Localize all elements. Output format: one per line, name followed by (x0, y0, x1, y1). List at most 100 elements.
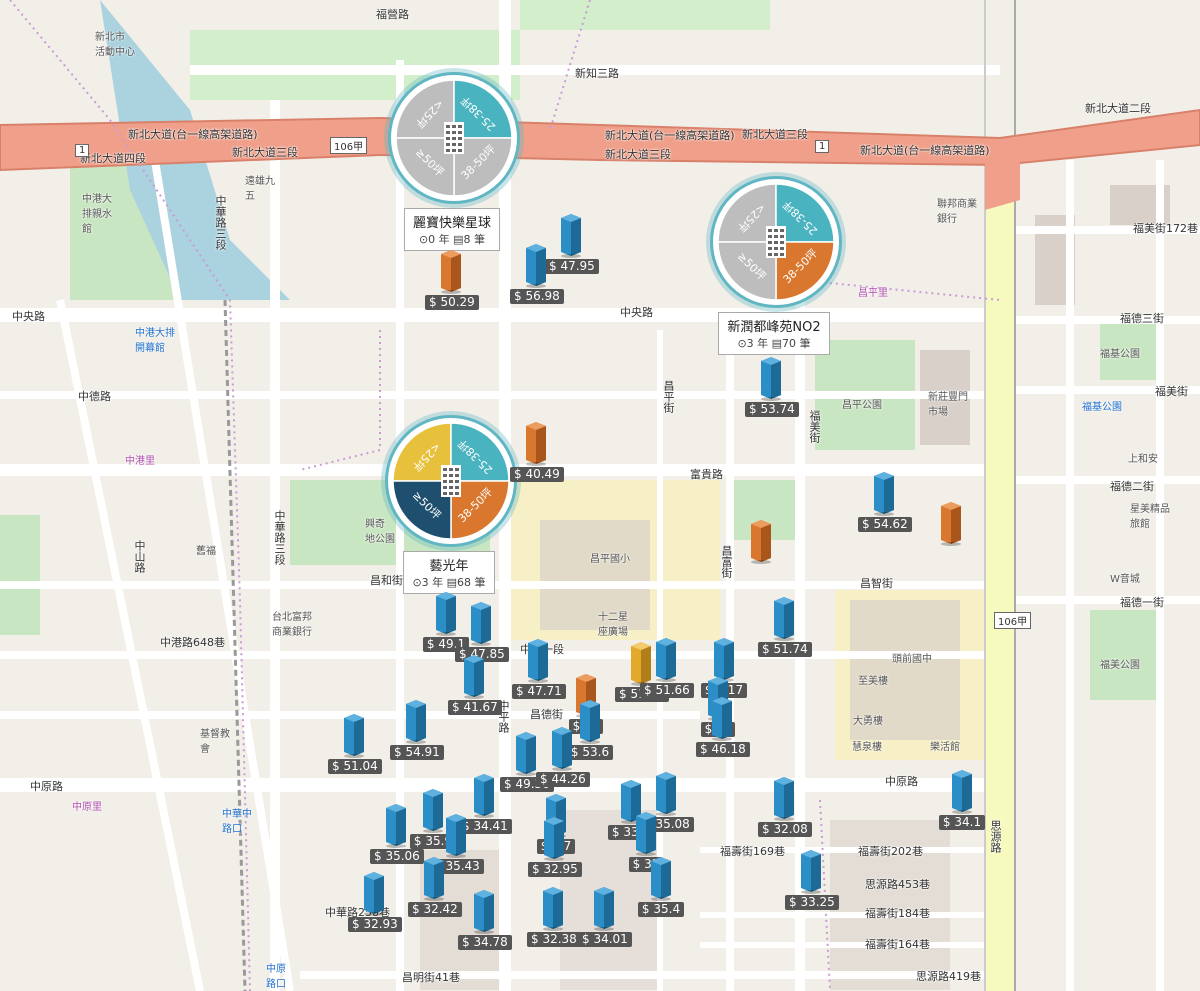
road-label-zhongde: 中德路 (78, 390, 111, 403)
building-icon (774, 777, 794, 821)
building-icon (801, 850, 821, 894)
poi-shanghe[interactable]: 上和安 (1128, 450, 1158, 465)
poi-twelve-plaza: 十二星 座廣場 (598, 612, 628, 638)
price-label: $ 32.42 (408, 902, 462, 917)
poi-hotel[interactable]: 星美精品 旅館 (1130, 500, 1170, 530)
building-icon (874, 472, 894, 516)
building-icon (364, 872, 384, 916)
poi-changping-school[interactable]: 昌平國小 (590, 550, 630, 565)
road-label-zhonggang648: 中港路648巷 (160, 636, 225, 649)
road-label-highway-3: 新北大道三段 (232, 146, 298, 159)
road-label-siyuan: 思源路 (989, 820, 1002, 853)
poi-zhimei-building: 至美樓 (858, 676, 888, 687)
poi-zhonghua-stop[interactable]: 中華中 路口 (222, 805, 252, 835)
price-label: $ 34.1 (938, 815, 986, 830)
building-icon (544, 817, 564, 861)
road-label-siyuan453: 思源路453巷 (865, 878, 930, 891)
poi-drainage-museum[interactable]: 中港大 排親水 館 (82, 190, 112, 235)
price-marker[interactable]: $ 50.29 (425, 248, 479, 310)
road-label-highway-7: 新北大道三段 (742, 128, 808, 141)
poi-zhonggang-li: 中港里 (125, 456, 155, 467)
poi-lianbang-bank[interactable]: 聯邦商業 銀行 (937, 195, 977, 225)
price-marker[interactable]: $ 32.95 (528, 815, 582, 877)
road-label-fushou202: 福壽街202巷 (858, 845, 923, 858)
price-marker[interactable]: $ 54.91 (390, 698, 444, 760)
poi-fumei-park[interactable]: 福美公園 (1100, 656, 1140, 671)
price-marker[interactable]: $ 53.74 (745, 355, 799, 417)
building-icon (594, 887, 614, 931)
price-marker[interactable]: $ 35.4 (635, 855, 687, 917)
poi-xinzhuang-market[interactable]: 新莊豐門 市場 (928, 388, 968, 418)
cluster-meta: ⊙3 年 ▤70 筆 (737, 337, 811, 350)
cluster-name: 藝光年 (429, 559, 469, 574)
cluster-card[interactable]: 新潤都峰苑NO2 ⊙3 年 ▤70 筆 (718, 312, 830, 355)
cluster-meta: ⊙3 年 ▤68 筆 (412, 576, 486, 589)
cluster-card[interactable]: 藝光年 ⊙3 年 ▤68 筆 (403, 551, 495, 594)
building-icon (636, 812, 656, 856)
poi-zhongyuan-stop[interactable]: 中原 路口 (266, 960, 286, 990)
price-marker[interactable]: $ 51.04 (328, 712, 382, 774)
price-label: $ 44.26 (536, 772, 590, 787)
cluster-pie[interactable]: <25坪 25-38坪 38-50坪 ≥50坪 (388, 72, 520, 204)
building-icon (441, 250, 461, 294)
price-marker[interactable]: $ 32.08 (758, 775, 812, 837)
poi-wstart[interactable]: W音城 (1110, 570, 1140, 585)
price-marker[interactable]: $ 32.42 (408, 855, 462, 917)
road-label-highway-2: 新北大道(台一線高架道路) (605, 129, 735, 142)
poi-xinbei-center[interactable]: 新北市 活動中心 (95, 28, 135, 58)
road-label-fumei: 福美街 (1155, 385, 1188, 398)
price-marker[interactable] (735, 518, 787, 564)
price-marker[interactable] (925, 500, 977, 546)
building-icon (528, 639, 548, 683)
poi-church[interactable]: 基督教 會 (200, 725, 230, 755)
price-label: $ 53.74 (745, 402, 799, 417)
price-label: $ 34.78 (458, 935, 512, 950)
cluster-name: 新潤都峰苑NO2 (727, 320, 821, 335)
building-icon (424, 857, 444, 901)
building-icon (751, 520, 771, 564)
price-marker[interactable]: $ 34.01 (578, 885, 632, 947)
map-canvas[interactable]: 福營路 新知三路 新北大道(台一線高架道路) 新北大道(台一線高架道路) 新北大… (0, 0, 1200, 991)
price-marker[interactable]: $ 34.78 (458, 888, 512, 950)
poi-fuji-park[interactable]: 福基公園 (1100, 345, 1140, 360)
price-marker[interactable]: $ 47.71 (512, 637, 566, 699)
poi-zhongyuan-li: 中原里 (72, 802, 102, 813)
price-marker[interactable]: $ 33.25 (785, 848, 839, 910)
cluster-xinrun[interactable]: <25坪 25-38坪 38-50坪 ≥50坪 新潤都峰苑NO2 ⊙3 年 ▤70 筆 (710, 176, 842, 355)
cluster-pie[interactable]: <25坪 25-38坪 38-50坪 ≥50坪 (710, 176, 842, 308)
road-label-changzhi: 昌智街 (860, 577, 893, 590)
road-label-highway: 新北大道(台一線高架道路) (128, 128, 258, 141)
cluster-card[interactable]: 麗寶快樂星球 ⊙0 年 ▤8 筆 (403, 208, 500, 251)
route-shield-106: 106甲 (330, 137, 368, 154)
poi-toutian-school[interactable]: 頭前國中 (892, 650, 932, 665)
building-icon (406, 700, 426, 744)
price-marker[interactable]: $ 34.1 (936, 768, 988, 830)
price-marker[interactable]: $ 32.93 (348, 870, 402, 932)
price-marker[interactable]: $ 41.67 (448, 653, 502, 715)
price-marker[interactable]: $ 46.18 (696, 695, 750, 757)
building-icon (561, 214, 581, 258)
price-marker[interactable]: $ 32.38 (527, 885, 581, 947)
cluster-pie[interactable]: <25坪 25-38坪 38-50坪 ≥50坪 (385, 415, 517, 547)
price-marker[interactable]: $ 51.66 (640, 636, 694, 698)
building-icon (712, 697, 732, 741)
price-marker[interactable]: $ 51.74 (758, 595, 812, 657)
poi-zhonggang-museum[interactable]: 中港大排 開幕館 (135, 324, 175, 354)
poi-yuanxiong[interactable]: 遠雄九 五 (245, 172, 275, 202)
price-label: $ 50.29 (425, 295, 479, 310)
road-label-changming41: 昌明街41巷 (402, 971, 460, 984)
poi-changping-park[interactable]: 昌平公園 (842, 396, 882, 411)
price-marker[interactable]: $ 40.49 (510, 420, 564, 482)
price-marker[interactable]: $ 54.62 (858, 470, 912, 532)
cluster-libao[interactable]: <25坪 25-38坪 38-50坪 ≥50坪 麗寶快樂星球 ⊙0 年 ▤8 筆 (388, 72, 520, 251)
poi-fuji-park-2[interactable]: 福基公園 (1082, 398, 1122, 413)
poi-taipei-fubon[interactable]: 台北富邦 商業銀行 (272, 608, 312, 638)
price-marker[interactable]: $ 44.26 (536, 725, 590, 787)
price-marker[interactable]: $ 56.98 (510, 242, 564, 304)
building-icon (651, 857, 671, 901)
road-label-zhongyang: 中央路 (12, 310, 45, 323)
cluster-yiguang[interactable]: <25坪 25-38坪 38-50坪 ≥50坪 藝光年 ⊙3 年 ▤68 筆 (385, 415, 517, 594)
price-label: $ 35.4 (637, 902, 685, 917)
price-label: $ 51.74 (758, 642, 812, 657)
price-label: $ 54.91 (390, 745, 444, 760)
